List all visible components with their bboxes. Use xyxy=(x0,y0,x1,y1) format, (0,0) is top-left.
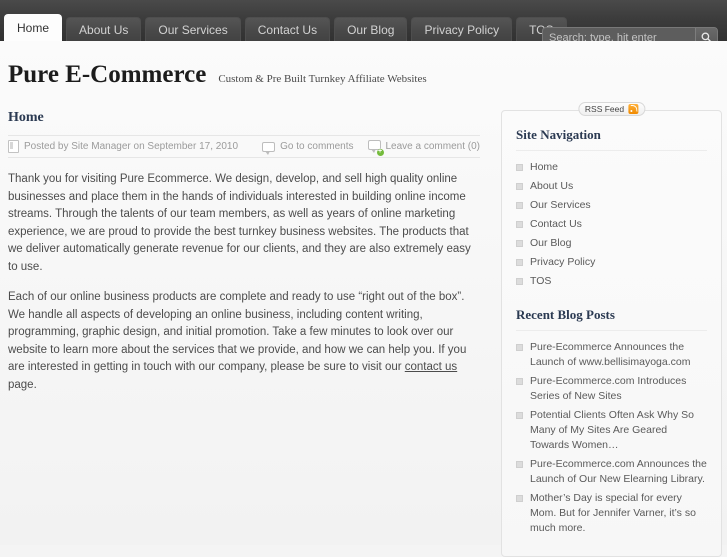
document-icon xyxy=(8,140,19,153)
nav-item-home[interactable]: Home xyxy=(4,14,63,41)
list-item-link[interactable]: Pure-Ecommerce Announces the Launch of w… xyxy=(530,340,707,370)
list-item: About Us xyxy=(516,177,707,196)
list-item: Pure-Ecommerce.com Introduces Series of … xyxy=(516,372,707,406)
paragraph-text-tail: page. xyxy=(8,378,37,391)
bullet-icon xyxy=(516,259,523,266)
meta-posted-by: Posted by Site Manager on September 17, … xyxy=(8,140,238,153)
list-item-link[interactable]: About Us xyxy=(530,179,573,194)
list-item: Potential Clients Often Ask Why So Many … xyxy=(516,406,707,455)
paragraph: Each of our online business products are… xyxy=(8,289,480,394)
bullet-icon xyxy=(516,344,523,351)
list-item: Pure-Ecommerce Announces the Launch of w… xyxy=(516,338,707,372)
site-tagline: Custom & Pre Built Turnkey Affiliate Web… xyxy=(218,73,427,85)
paragraph-text: Each of our online business products are… xyxy=(8,291,467,373)
widget-title: Site Navigation xyxy=(516,127,707,151)
rss-icon xyxy=(628,104,639,114)
list-item-link[interactable]: Contact Us xyxy=(530,217,582,232)
rss-feed-badge[interactable]: RSS Feed xyxy=(577,102,646,116)
list-item: Contact Us xyxy=(516,215,707,234)
entry-content: Thank you for visiting Pure Ecommerce. W… xyxy=(8,171,480,394)
bullet-icon xyxy=(516,221,523,228)
list-item-link[interactable]: Pure-Ecommerce.com Announces the Launch … xyxy=(530,457,707,487)
entry-title: Home xyxy=(8,110,44,125)
list-item-link[interactable]: Potential Clients Often Ask Why So Many … xyxy=(530,408,707,453)
leave-comment-label: Leave a comment (0) xyxy=(385,141,481,152)
bullet-icon xyxy=(516,378,523,385)
paragraph: Thank you for visiting Pure Ecommerce. W… xyxy=(8,171,480,276)
list-item-link[interactable]: Our Services xyxy=(530,198,591,213)
site-title[interactable]: Pure E-Commerce xyxy=(8,61,206,89)
nav-item-our-blog[interactable]: Our Blog xyxy=(334,17,408,41)
bullet-icon xyxy=(516,278,523,285)
site-header-bar: Home About Us Our Services Contact Us Our Bl… xyxy=(0,0,727,48)
bullet-icon xyxy=(516,412,523,419)
widget-list: Pure-Ecommerce Announces the Launch of w… xyxy=(516,338,707,538)
nav-item-privacy-policy[interactable]: Privacy Policy xyxy=(411,17,513,41)
list-item-link[interactable]: Our Blog xyxy=(530,236,571,251)
contact-us-link[interactable]: contact us xyxy=(405,361,457,373)
leave-comment-link[interactable]: + Leave a comment (0) xyxy=(367,140,481,156)
list-item: Mother’s Day is special for every Mom. B… xyxy=(516,489,707,538)
list-item-link[interactable]: Privacy Policy xyxy=(530,255,595,270)
primary-navigation: Home About Us Our Services Contact Us Our Bl… xyxy=(4,14,567,41)
widget-site-navigation: Site Navigation Home About Us Our Services C… xyxy=(516,127,707,291)
rss-feed-label: RSS Feed xyxy=(584,104,625,114)
page-body: Pure E-Commerce Custom & Pre Built Turnk… xyxy=(0,41,727,557)
list-item-link[interactable]: Pure-Ecommerce.com Introduces Series of … xyxy=(530,374,707,404)
nav-item-about-us[interactable]: About Us xyxy=(66,17,142,41)
list-item: Privacy Policy xyxy=(516,253,707,272)
widget-title: Recent Blog Posts xyxy=(516,307,707,331)
bullet-icon xyxy=(516,202,523,209)
entry-meta: Posted by Site Manager on September 17, … xyxy=(8,135,480,158)
meta-posted-text: Posted by Site Manager on September 17, … xyxy=(24,141,239,152)
plus-badge: + xyxy=(376,148,384,156)
go-to-comments-link[interactable]: Go to comments xyxy=(262,141,354,155)
bullet-icon xyxy=(516,461,523,468)
list-item-link[interactable]: Home xyxy=(530,160,558,175)
list-item: Our Services xyxy=(516,196,707,215)
list-item-link[interactable]: Mother’s Day is special for every Mom. B… xyxy=(530,491,707,536)
list-item-link[interactable]: TOS xyxy=(530,274,551,289)
bullet-icon xyxy=(516,495,523,502)
bullet-icon xyxy=(516,240,523,247)
sidebar: RSS Feed Site Navigation Home About Us Our … xyxy=(501,102,722,557)
meta-comment-links: Go to comments + Leave a comment (0) xyxy=(262,140,481,156)
bullet-icon xyxy=(516,164,523,171)
widget-list: Home About Us Our Services Contact Us Our Bl… xyxy=(516,158,707,291)
list-item: TOS xyxy=(516,272,707,291)
nav-item-our-services[interactable]: Our Services xyxy=(145,17,241,41)
main-content: Home Posted by Site Manager on September… xyxy=(8,110,480,394)
widget-recent-blog-posts: Recent Blog Posts Pure-Ecommerce Announce… xyxy=(516,307,707,538)
branding: Pure E-Commerce Custom & Pre Built Turnk… xyxy=(8,61,427,89)
comment-bubble-icon xyxy=(262,141,276,155)
list-item: Home xyxy=(516,158,707,177)
bullet-icon xyxy=(516,183,523,190)
sidebar-widgets: Site Navigation Home About Us Our Services C… xyxy=(516,127,707,538)
list-item: Pure-Ecommerce.com Announces the Launch … xyxy=(516,455,707,489)
go-to-comments-label: Go to comments xyxy=(280,141,354,152)
list-item: Our Blog xyxy=(516,234,707,253)
paragraph-text: Thank you for visiting Pure Ecommerce. W… xyxy=(8,173,471,273)
nav-item-contact-us[interactable]: Contact Us xyxy=(244,17,331,41)
add-comment-icon: + xyxy=(367,140,384,156)
